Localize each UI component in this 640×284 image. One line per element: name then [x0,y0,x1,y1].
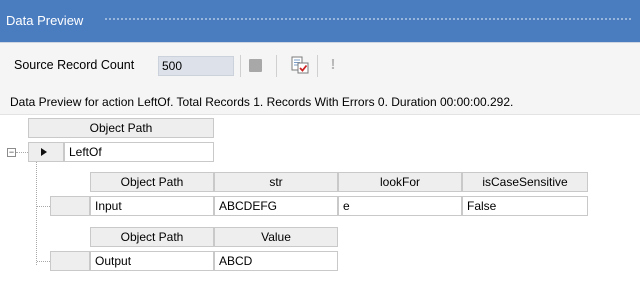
status-text: Data Preview for action LeftOf. Total Re… [10,95,514,109]
input-header-str: str [214,172,338,192]
tree-connector [36,162,37,265]
output-value-cell[interactable]: ABCD [214,251,338,271]
titlebar-grip[interactable] [104,17,632,22]
toolbar-separator [317,55,318,77]
output-object-path-cell[interactable]: Output [90,251,214,271]
input-header-iscasesensitive: isCaseSensitive [462,172,588,192]
exclamation-icon[interactable]: ! [328,55,338,75]
tree-connector [37,206,50,207]
input-lookfor-cell[interactable]: e [338,196,462,216]
toolbar-separator [276,55,277,77]
status-line: Data Preview for action LeftOf. Total Re… [0,89,640,115]
document-check-icon[interactable] [290,55,310,75]
input-str-cell[interactable]: ABCDEFG [214,196,338,216]
output-header-value: Value [214,227,338,247]
root-header-object-path: Object Path [28,118,214,138]
toolbar: Source Record Count ! [0,43,640,89]
toolbar-separator [240,55,241,77]
collapse-toggle-icon[interactable]: − [7,148,16,157]
input-iscasesensitive-cell[interactable]: False [462,196,588,216]
panel-title: Data Preview [6,13,84,28]
output-header-object-path: Object Path [90,227,214,247]
panel-titlebar[interactable]: Data Preview [0,0,640,42]
tree-connector [16,152,28,153]
input-row-selector[interactable] [50,196,90,216]
current-row-arrow-icon [41,148,47,156]
source-record-count-label: Source Record Count [14,58,135,72]
source-record-count-input[interactable] [158,56,234,76]
input-object-path-cell[interactable]: Input [90,196,214,216]
preview-tree: Object Path − LeftOf Object Path str loo… [0,116,640,284]
output-row-selector[interactable] [50,251,90,271]
tree-connector [37,261,50,262]
root-object-path-cell[interactable]: LeftOf [64,142,214,162]
input-header-lookfor: lookFor [338,172,462,192]
stop-icon[interactable] [249,59,262,72]
input-header-object-path: Object Path [90,172,214,192]
